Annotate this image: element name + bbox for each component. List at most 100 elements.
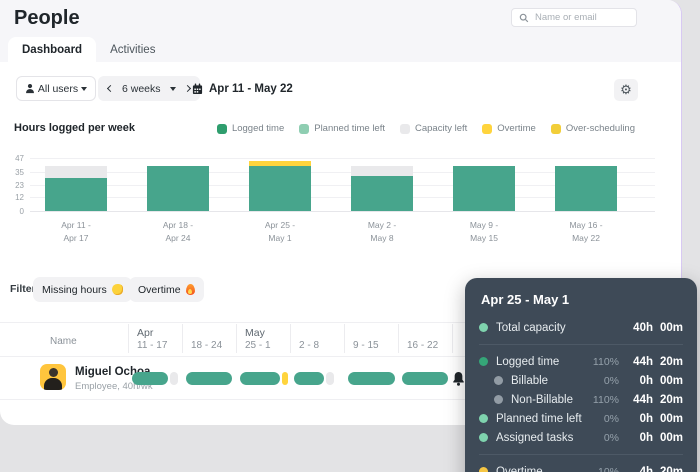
tab-activities[interactable]: Activities — [96, 37, 169, 62]
tooltip-row-hours: 0h — [639, 412, 653, 425]
minibar-segment-logged — [402, 372, 448, 385]
tooltip-row-percent: 0% — [603, 374, 619, 387]
week-column-range: 18 - 24 — [191, 340, 223, 351]
tooltip-row-minutes: 00m — [659, 321, 683, 334]
chart-bar-segment[interactable] — [45, 165, 107, 179]
name-column-header: Name — [50, 336, 77, 347]
chart-bar-segment[interactable] — [351, 165, 413, 177]
tooltip-row: Overtime 10% 4h 20m — [479, 462, 683, 472]
minibar-segment-logged — [132, 372, 168, 385]
week-column-header[interactable]: Apr 11 - 17 — [128, 327, 182, 351]
status-dot-yellow — [479, 467, 488, 472]
minibar-segment-overtime — [282, 372, 288, 385]
filter-overtime-button[interactable]: Overtime — [129, 277, 204, 302]
tooltip-row-label: Assigned tasks — [496, 431, 574, 444]
x-axis-label: Apr 11 - Apr 17 — [61, 220, 91, 243]
tooltip-row-label: Logged time — [496, 355, 560, 368]
avatar[interactable] — [40, 364, 66, 390]
legend-item[interactable]: Planned time left — [299, 123, 385, 134]
tooltip-row-minutes: 20m — [659, 355, 683, 368]
x-axis-label: Apr 25 - May 1 — [264, 220, 296, 243]
prev-week-arrow-icon[interactable] — [106, 84, 115, 93]
week-column-header[interactable]: 9 - 15 — [344, 327, 398, 351]
x-axis-label: May 2 - May 8 — [367, 220, 397, 243]
chart-bar-segment[interactable] — [453, 165, 515, 211]
week-minibar[interactable] — [348, 372, 395, 385]
tooltip-row: Assigned tasks 0% 0h 00m — [479, 428, 683, 447]
legend-item[interactable]: Logged time — [216, 123, 285, 134]
tooltip-row-percent: 110% — [592, 393, 619, 406]
settings-button[interactable]: ⚙ — [614, 79, 638, 101]
week-column-month — [353, 327, 398, 340]
people-dashboard-screen: People Name or email Dashboard Activitie… — [0, 0, 700, 472]
week-column-month: May — [245, 327, 265, 339]
date-range-display: Apr 11 - May 22 — [192, 76, 293, 101]
filter-overtime-label: Overtime — [138, 283, 181, 296]
legend-label: Logged time — [231, 123, 285, 134]
tooltip-row-hours: 0h — [639, 374, 653, 387]
legend-item[interactable]: Over-scheduling — [550, 123, 635, 134]
person-icon — [26, 84, 34, 94]
week-column-header[interactable]: 2 - 8 — [290, 327, 344, 351]
chevron-down-icon[interactable] — [169, 86, 176, 91]
x-axis-label: May 9 - May 15 — [469, 220, 499, 243]
column-separator — [236, 324, 237, 353]
legend-swatch — [400, 123, 410, 134]
search-input[interactable]: Name or email — [511, 8, 637, 27]
minibar-segment-capacity — [170, 372, 178, 385]
bell-icon[interactable] — [451, 370, 466, 387]
week-column-header[interactable]: 18 - 24 — [182, 327, 236, 351]
tooltip-row-percent: 0% — [603, 412, 619, 425]
chart-bar-segment[interactable] — [147, 166, 209, 211]
minibar-segment-logged — [348, 372, 395, 385]
week-column-range: 16 - 22 — [407, 340, 439, 351]
filter-missing-hours-button[interactable]: Missing hours — [33, 277, 132, 302]
chart-bar-segment[interactable] — [249, 165, 311, 211]
tooltip-row-minutes: 00m — [659, 431, 683, 444]
week-column-header[interactable]: 16 - 22 — [398, 327, 452, 351]
weeks-range-selector: 6 weeks — [98, 76, 200, 101]
week-minibar[interactable] — [240, 372, 288, 385]
chart-bar-segment[interactable] — [249, 161, 311, 166]
column-separator — [452, 324, 453, 353]
tooltip-row-hours: 0h — [639, 431, 653, 444]
legend-item[interactable]: Capacity left — [400, 123, 467, 134]
legend-item[interactable]: Overtime — [482, 123, 536, 134]
y-axis-tick-label: 35 — [15, 167, 24, 177]
y-axis-tick-label: 23 — [15, 181, 24, 191]
filter-label: Filter — [10, 283, 36, 295]
week-column-header[interactable]: May 25 - 1 — [236, 327, 290, 351]
users-filter-dropdown[interactable]: All users — [16, 76, 96, 101]
week-minibar[interactable] — [132, 372, 178, 385]
tooltip-row-label: Non-Billable — [511, 393, 574, 406]
tooltip-divider — [479, 344, 683, 345]
date-range-label: Apr 11 - May 22 — [209, 82, 293, 95]
chart-bar-segment[interactable] — [351, 176, 413, 211]
tooltip-row: Non-Billable 110% 44h 20m — [479, 390, 683, 409]
week-minibar[interactable] — [402, 372, 448, 385]
avatar-head — [48, 368, 58, 377]
tooltip-row-hours: 44h — [633, 393, 653, 406]
tooltip-row-hours: 4h — [639, 465, 653, 472]
week-minibar[interactable] — [294, 372, 334, 385]
column-separator — [128, 324, 129, 353]
week-column-range: 9 - 15 — [353, 340, 379, 351]
chart-gridline — [30, 158, 655, 159]
chart-bar-segment[interactable] — [555, 165, 617, 211]
chart-bar-segment[interactable] — [45, 178, 107, 211]
next-week-arrow-icon[interactable] — [183, 84, 191, 93]
tab-dashboard[interactable]: Dashboard — [8, 37, 97, 62]
tooltip-row-minutes: 20m — [659, 393, 683, 406]
legend-swatch — [216, 123, 227, 134]
filter-missing-hours-label: Missing hours — [42, 283, 107, 296]
week-details-tooltip: Apr 25 - May 1 Total capacity 40h 00m Logge… — [465, 278, 697, 472]
chart-legend: Logged time Planned time left Capacity lef… — [216, 123, 635, 134]
y-axis-tick-label: 0 — [19, 207, 24, 216]
legend-swatch — [550, 123, 561, 134]
tooltip-row-hours: 40h — [633, 321, 653, 334]
weeks-selector-label[interactable]: 6 weeks — [122, 83, 161, 95]
tooltip-row: Logged time 110% 44h 20m — [479, 352, 683, 371]
week-minibar[interactable] — [186, 372, 232, 385]
fire-icon — [185, 284, 195, 295]
search-placeholder: Name or email — [535, 12, 597, 23]
